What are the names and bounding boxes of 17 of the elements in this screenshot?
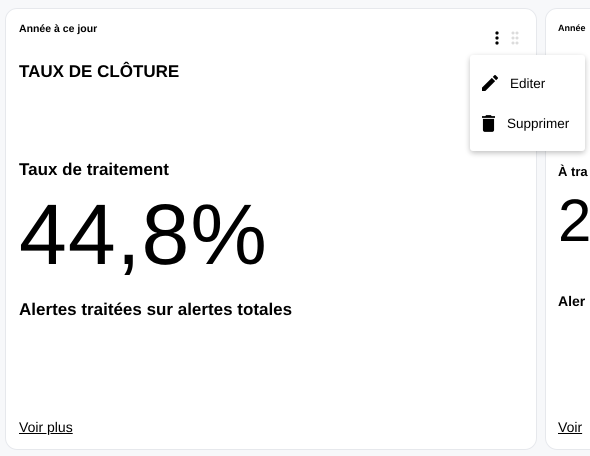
metric-label: À tra	[558, 164, 588, 179]
menu-item[interactable]: Editer	[470, 63, 585, 103]
see-more-link[interactable]: Voir plus	[19, 419, 73, 435]
card-title: TAUX DE CLÔTURE	[19, 62, 180, 83]
trash-icon	[482, 114, 495, 132]
period-label: Année à ce jour	[19, 23, 98, 35]
period-label: Année	[558, 23, 586, 33]
see-more-link[interactable]: Voir	[558, 419, 582, 435]
metric-caption: Aler	[558, 293, 586, 309]
drag-handle-icon[interactable]	[511, 31, 519, 45]
metric-value: 2	[558, 191, 590, 251]
metric-value: 44,8%	[19, 192, 268, 278]
menu-item[interactable]: Supprimer	[470, 103, 585, 143]
metric-caption: Alertes traitées sur alertes totales	[19, 300, 292, 320]
metric-label: Taux de traitement	[19, 160, 169, 180]
more-options-icon[interactable]	[495, 31, 499, 45]
pencil-icon	[482, 75, 498, 91]
